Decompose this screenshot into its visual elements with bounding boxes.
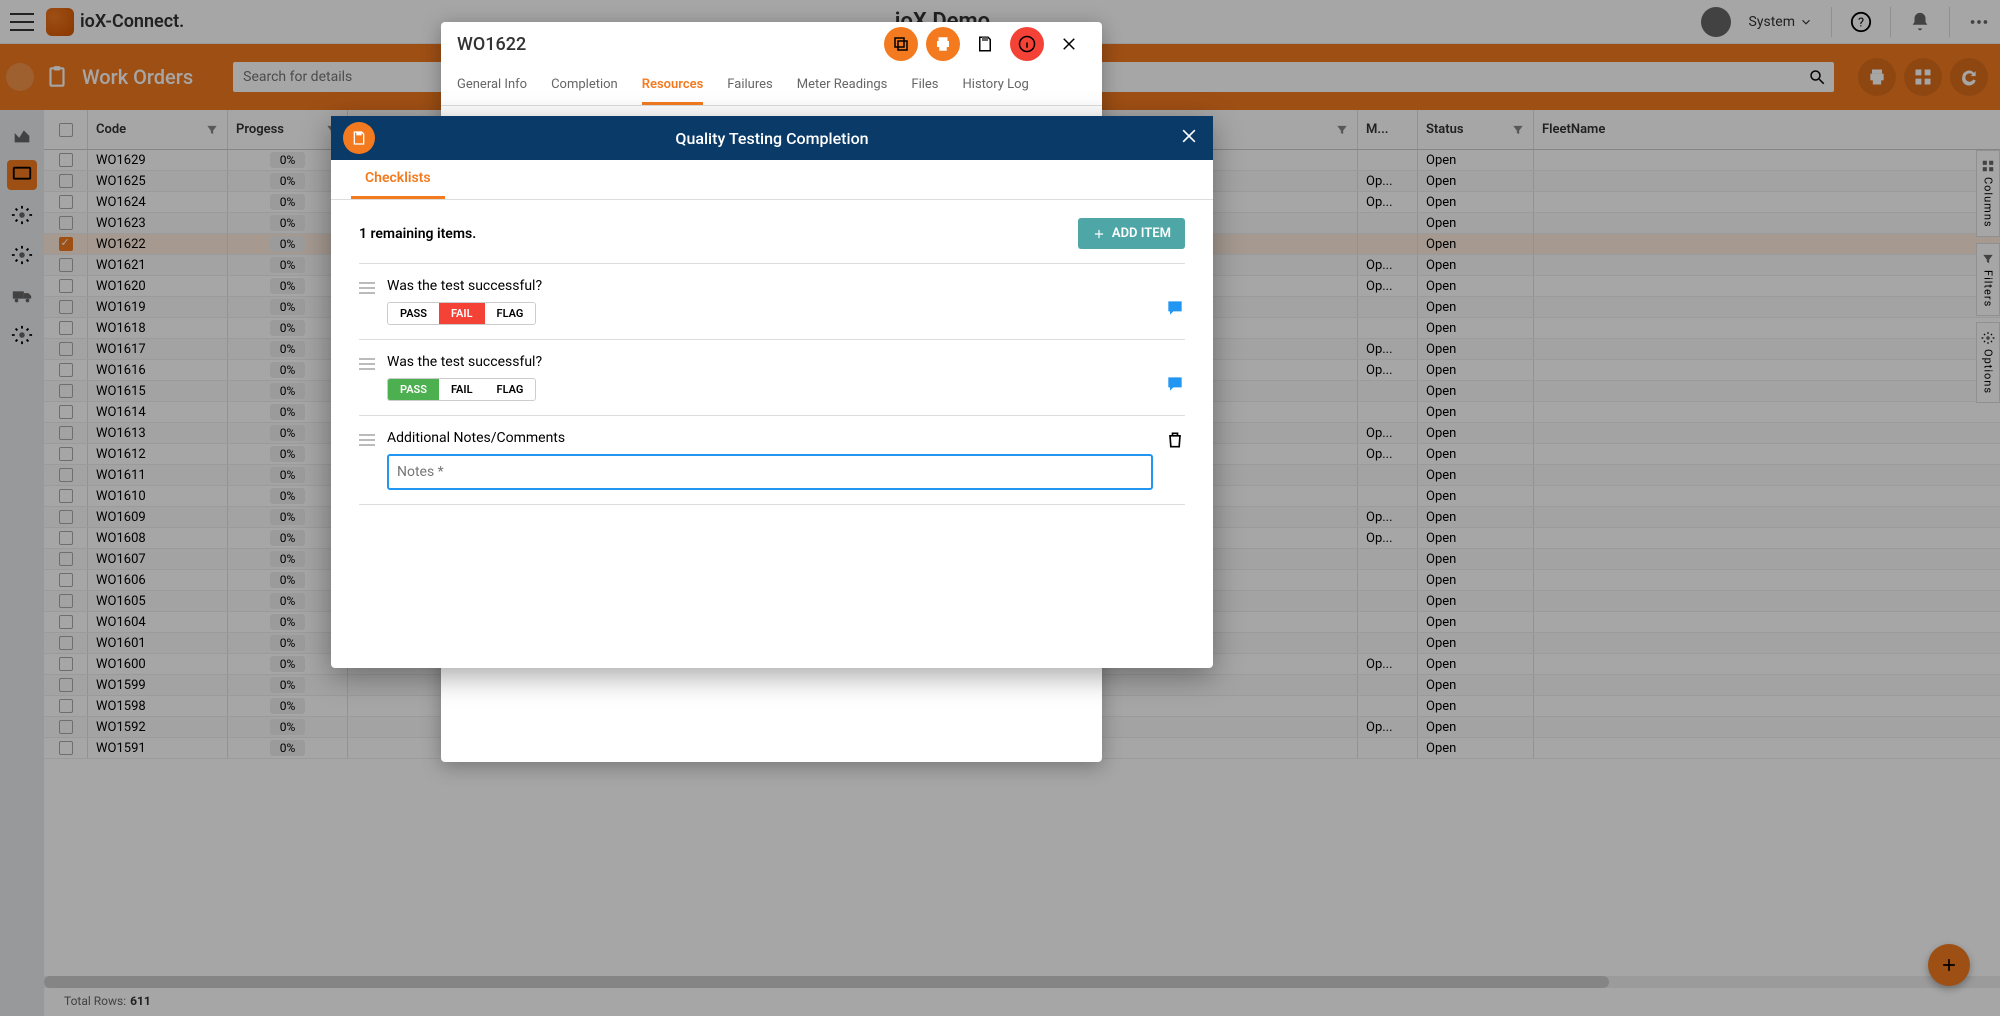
panel-tab[interactable]: Files bbox=[911, 66, 938, 105]
pass-fail-group: PASSFAILFLAG bbox=[387, 378, 536, 401]
drag-handle-icon[interactable] bbox=[359, 434, 375, 446]
panel-tab[interactable]: Resources bbox=[642, 66, 704, 105]
save-icon bbox=[351, 130, 367, 146]
panel-tab[interactable]: Meter Readings bbox=[797, 66, 888, 105]
modal-title: Quality Testing Completion bbox=[675, 129, 868, 148]
checklist-notes-item: Additional Notes/Comments bbox=[359, 415, 1185, 505]
remaining-text: 1 remaining items. bbox=[359, 226, 476, 242]
check-question: Was the test successful? bbox=[387, 278, 1153, 294]
comment-icon[interactable] bbox=[1165, 298, 1185, 318]
plus-icon bbox=[1092, 227, 1106, 241]
check-content: Was the test successful? PASSFAILFLAG bbox=[387, 354, 1153, 401]
fail-button[interactable]: FAIL bbox=[439, 303, 485, 324]
print-icon bbox=[934, 35, 952, 53]
drag-handle-icon[interactable] bbox=[359, 358, 375, 370]
detail-panel-tabs: General Info Completion Resources Failures M… bbox=[441, 66, 1102, 106]
copy-icon bbox=[892, 35, 910, 53]
flag-button[interactable]: FLAG bbox=[485, 303, 536, 324]
panel-save-button[interactable] bbox=[968, 27, 1002, 61]
remaining-row: 1 remaining items. ADD ITEM bbox=[359, 218, 1185, 249]
panel-print-button[interactable] bbox=[926, 27, 960, 61]
fail-button[interactable]: FAIL bbox=[439, 379, 485, 400]
modal-header: Quality Testing Completion bbox=[331, 116, 1213, 160]
add-item-button[interactable]: ADD ITEM bbox=[1078, 218, 1185, 249]
detail-panel-header: WO1622 bbox=[441, 22, 1102, 66]
trash-icon[interactable] bbox=[1165, 430, 1185, 450]
drag-handle-icon[interactable] bbox=[359, 282, 375, 294]
panel-copy-button[interactable] bbox=[884, 27, 918, 61]
close-icon bbox=[1179, 126, 1199, 146]
detail-panel-title: WO1622 bbox=[457, 34, 876, 55]
notes-input[interactable] bbox=[387, 454, 1153, 490]
pass-button[interactable]: PASS bbox=[388, 379, 439, 400]
check-content: Was the test successful? PASSFAILFLAG bbox=[387, 278, 1153, 325]
panel-tab[interactable]: Failures bbox=[727, 66, 772, 105]
panel-tab[interactable]: History Log bbox=[963, 66, 1029, 105]
modal-body: 1 remaining items. ADD ITEM Was the test… bbox=[331, 200, 1213, 668]
checklist-item: Was the test successful? PASSFAILFLAG bbox=[359, 339, 1185, 415]
pass-fail-group: PASSFAILFLAG bbox=[387, 302, 536, 325]
info-icon bbox=[1018, 35, 1036, 53]
modal-tabs: Checklists bbox=[331, 160, 1213, 200]
tab-checklists[interactable]: Checklists bbox=[351, 160, 445, 199]
panel-tab[interactable]: Completion bbox=[551, 66, 618, 105]
check-content: Additional Notes/Comments bbox=[387, 430, 1153, 490]
panel-close-button[interactable] bbox=[1052, 27, 1086, 61]
checklist-item: Was the test successful? PASSFAILFLAG bbox=[359, 263, 1185, 339]
modal-save-button[interactable] bbox=[343, 122, 375, 154]
notes-label: Additional Notes/Comments bbox=[387, 430, 1153, 446]
pass-button[interactable]: PASS bbox=[388, 303, 439, 324]
flag-button[interactable]: FLAG bbox=[485, 379, 536, 400]
panel-tab[interactable]: General Info bbox=[457, 66, 527, 105]
comment-icon[interactable] bbox=[1165, 374, 1185, 394]
close-icon bbox=[1060, 35, 1078, 53]
save-icon bbox=[976, 35, 994, 53]
modal-close-button[interactable] bbox=[1179, 126, 1199, 150]
panel-info-button[interactable] bbox=[1010, 27, 1044, 61]
check-question: Was the test successful? bbox=[387, 354, 1153, 370]
completion-modal: Quality Testing Completion Checklists 1 … bbox=[331, 116, 1213, 668]
